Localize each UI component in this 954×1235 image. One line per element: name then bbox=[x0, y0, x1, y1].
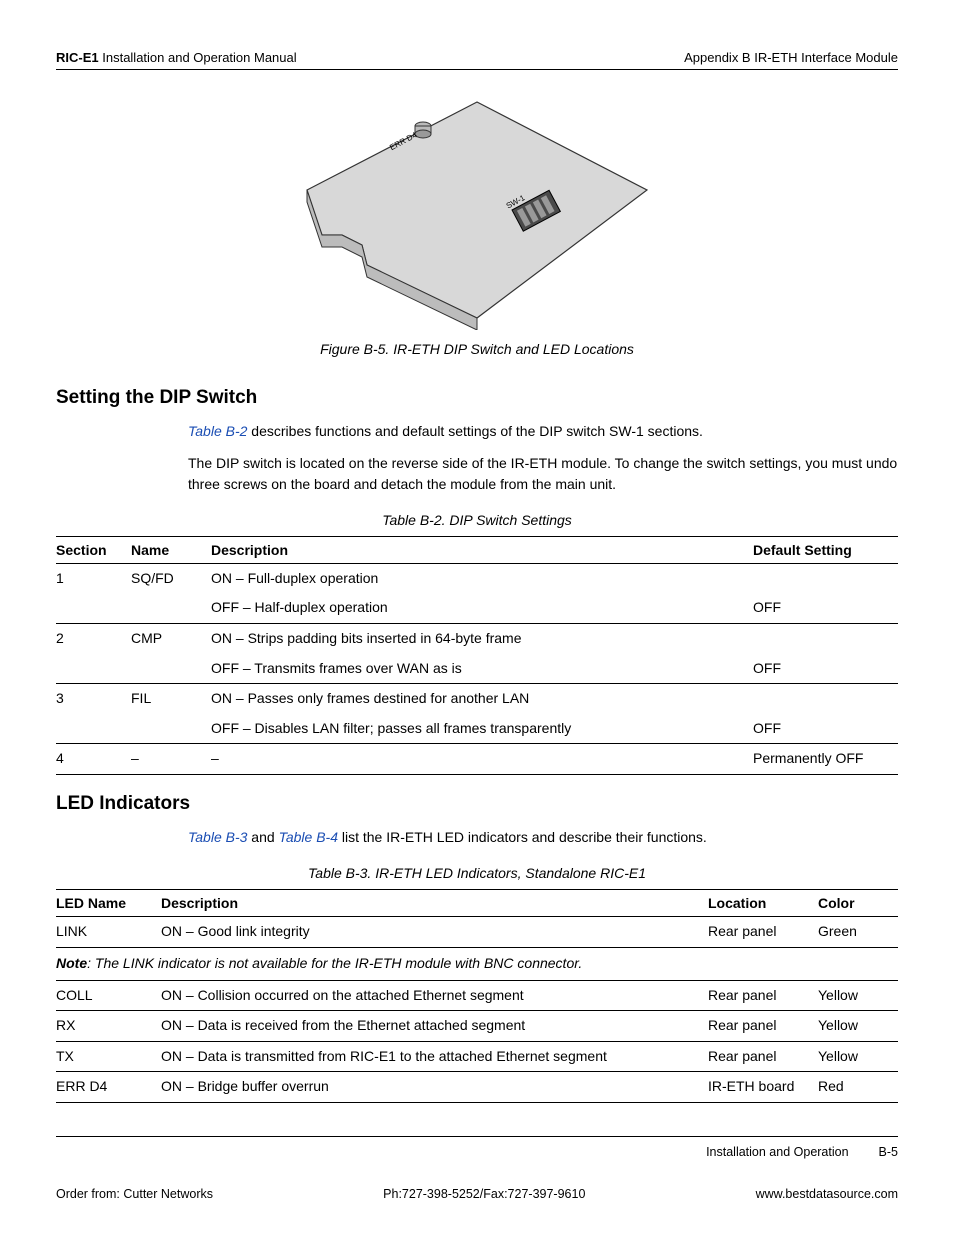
xref-table-b3[interactable]: Table B-3 bbox=[188, 829, 247, 845]
th-name: Name bbox=[131, 536, 211, 563]
figure-caption: Figure B-5. IR-ETH DIP Switch and LED Lo… bbox=[56, 341, 898, 357]
table-b3: LED Name Description Location Color LINK… bbox=[56, 889, 898, 1103]
header-product: RIC-E1 bbox=[56, 50, 99, 65]
table-row: OFF – Disables LAN filter; passes all fr… bbox=[56, 714, 898, 744]
table-row: OFF – Transmits frames over WAN as is OF… bbox=[56, 654, 898, 684]
note-text: : The LINK indicator is not available fo… bbox=[87, 955, 582, 971]
footer-order: Order from: Cutter Networks bbox=[56, 1187, 213, 1201]
table-row: 1 SQ/FD ON – Full-duplex operation bbox=[56, 563, 898, 593]
page-footer: Installation and Operation B-5 Order fro… bbox=[56, 1136, 898, 1201]
table-row: COLL ON – Collision occurred on the atta… bbox=[56, 980, 898, 1011]
section-dip-switch-title: Setting the DIP Switch bbox=[56, 387, 898, 409]
th-default: Default Setting bbox=[753, 536, 898, 563]
figure-b5: SW-1 ERR D4 bbox=[56, 90, 898, 333]
xref-table-b4[interactable]: Table B-4 bbox=[279, 829, 338, 845]
page-header: RIC-E1 Installation and Operation Manual… bbox=[56, 50, 898, 70]
table-row: OFF – Half-duplex operation OFF bbox=[56, 593, 898, 623]
footer-section: Installation and Operation bbox=[706, 1145, 848, 1159]
table-row: 2 CMP ON – Strips padding bits inserted … bbox=[56, 624, 898, 654]
led-para-1: Table B-3 and Table B-4 list the IR-ETH … bbox=[188, 827, 898, 847]
dip-para-2: The DIP switch is located on the reverse… bbox=[188, 453, 898, 494]
table-row: 4 – – Permanently OFF bbox=[56, 744, 898, 775]
th-ledloc: Location bbox=[708, 890, 818, 917]
table-b2-caption: Table B-2. DIP Switch Settings bbox=[56, 512, 898, 528]
table-row: LINK ON – Good link integrity Rear panel… bbox=[56, 917, 898, 948]
table-row: 3 FIL ON – Passes only frames destined f… bbox=[56, 684, 898, 714]
table-row: TX ON – Data is transmitted from RIC-E1 … bbox=[56, 1041, 898, 1072]
th-ledcolor: Color bbox=[818, 890, 898, 917]
table-row: RX ON – Data is received from the Ethern… bbox=[56, 1011, 898, 1042]
header-right: Appendix B IR-ETH Interface Module bbox=[684, 50, 898, 65]
header-title: Installation and Operation Manual bbox=[99, 50, 297, 65]
dip-para-1: Table B-2 describes functions and defaul… bbox=[188, 421, 898, 441]
footer-url: www.bestdatasource.com bbox=[756, 1187, 898, 1201]
xref-table-b2[interactable]: Table B-2 bbox=[188, 423, 247, 439]
footer-phone: Ph:727-398-5252/Fax:727-397-9610 bbox=[383, 1187, 585, 1201]
th-section: Section bbox=[56, 536, 131, 563]
table-row: ERR D4 ON – Bridge buffer overrun IR-ETH… bbox=[56, 1072, 898, 1103]
th-leddesc: Description bbox=[161, 890, 708, 917]
footer-page: B-5 bbox=[879, 1145, 898, 1159]
section-led-title: LED Indicators bbox=[56, 793, 898, 815]
table-b3-caption: Table B-3. IR-ETH LED Indicators, Standa… bbox=[56, 865, 898, 881]
table-note-row: Note: The LINK indicator is not availabl… bbox=[56, 947, 898, 980]
table-b2: Section Name Description Default Setting… bbox=[56, 536, 898, 775]
note-label: Note bbox=[56, 955, 87, 971]
th-desc: Description bbox=[211, 536, 753, 563]
th-ledname: LED Name bbox=[56, 890, 161, 917]
header-left: RIC-E1 Installation and Operation Manual bbox=[56, 50, 297, 65]
board-illustration-icon: SW-1 ERR D4 bbox=[297, 90, 657, 330]
